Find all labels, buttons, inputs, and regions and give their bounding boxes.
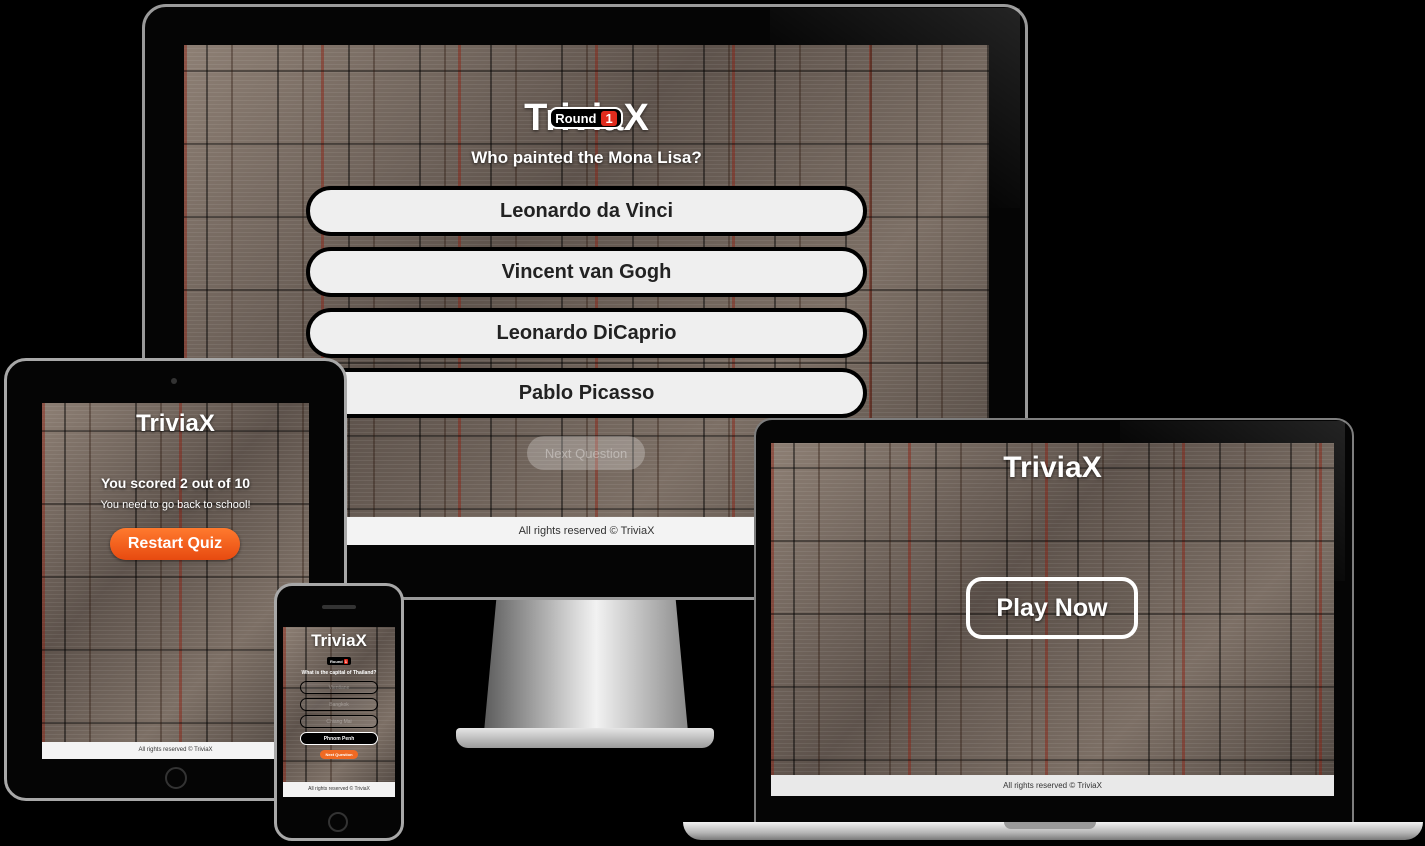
answer-button[interactable]: Vientiane	[300, 681, 378, 694]
tablet-camera	[171, 378, 177, 384]
tablet-screen: TriviaX You scored 2 out of 10 You need …	[42, 403, 309, 759]
phone-screen: TriviaX Round 1 What is the capital of T…	[283, 627, 395, 797]
laptop-screen: TriviaX Play Now All rights reserved © T…	[771, 443, 1334, 796]
phone-speaker	[322, 605, 356, 609]
next-question-button[interactable]: Next Question	[320, 750, 358, 759]
answer-button[interactable]: Leonardo DiCaprio	[306, 308, 867, 358]
laptop-notch	[1004, 822, 1096, 829]
next-question-button[interactable]: Next Question	[527, 436, 645, 470]
round-label: Round	[555, 110, 597, 126]
app-logo: TriviaX	[136, 410, 215, 437]
result-message: You need to go back to school!	[100, 499, 251, 511]
phone-home-button	[328, 812, 348, 832]
play-now-button[interactable]: Play Now	[966, 577, 1138, 639]
tablet-home-button	[165, 767, 187, 789]
app-logo: TriviaX	[1003, 451, 1102, 484]
page-footer: All rights reserved © TriviaX	[283, 782, 395, 797]
round-indicator: Round 1	[327, 657, 351, 665]
score-text: You scored 2 out of 10	[100, 475, 251, 491]
page-footer: All rights reserved © TriviaX	[42, 742, 309, 759]
answer-button[interactable]: Leonardo da Vinci	[306, 186, 867, 236]
round-number-badge: 1	[343, 658, 348, 664]
question-text: Who painted the Mona Lisa?	[471, 148, 702, 167]
app-logo: TriviaX	[311, 631, 367, 650]
answer-button[interactable]: Bangkok	[300, 698, 378, 711]
monitor-foot	[456, 728, 714, 748]
page-footer: All rights reserved © TriviaX	[771, 775, 1334, 796]
answer-button[interactable]: Vincent van Gogh	[306, 247, 867, 297]
round-indicator: Round 1	[549, 107, 623, 129]
question-text: What is the capital of Thailand?	[301, 670, 377, 676]
round-label: Round	[330, 658, 343, 664]
round-number-badge: 1	[601, 110, 617, 126]
answer-button-selected[interactable]: Phnom Penh	[300, 732, 378, 745]
monitor-stand	[484, 600, 688, 732]
answer-button[interactable]: Pablo Picasso	[306, 368, 867, 418]
answer-button[interactable]: Chiang Mai	[300, 715, 378, 728]
restart-quiz-button[interactable]: Restart Quiz	[110, 528, 240, 560]
